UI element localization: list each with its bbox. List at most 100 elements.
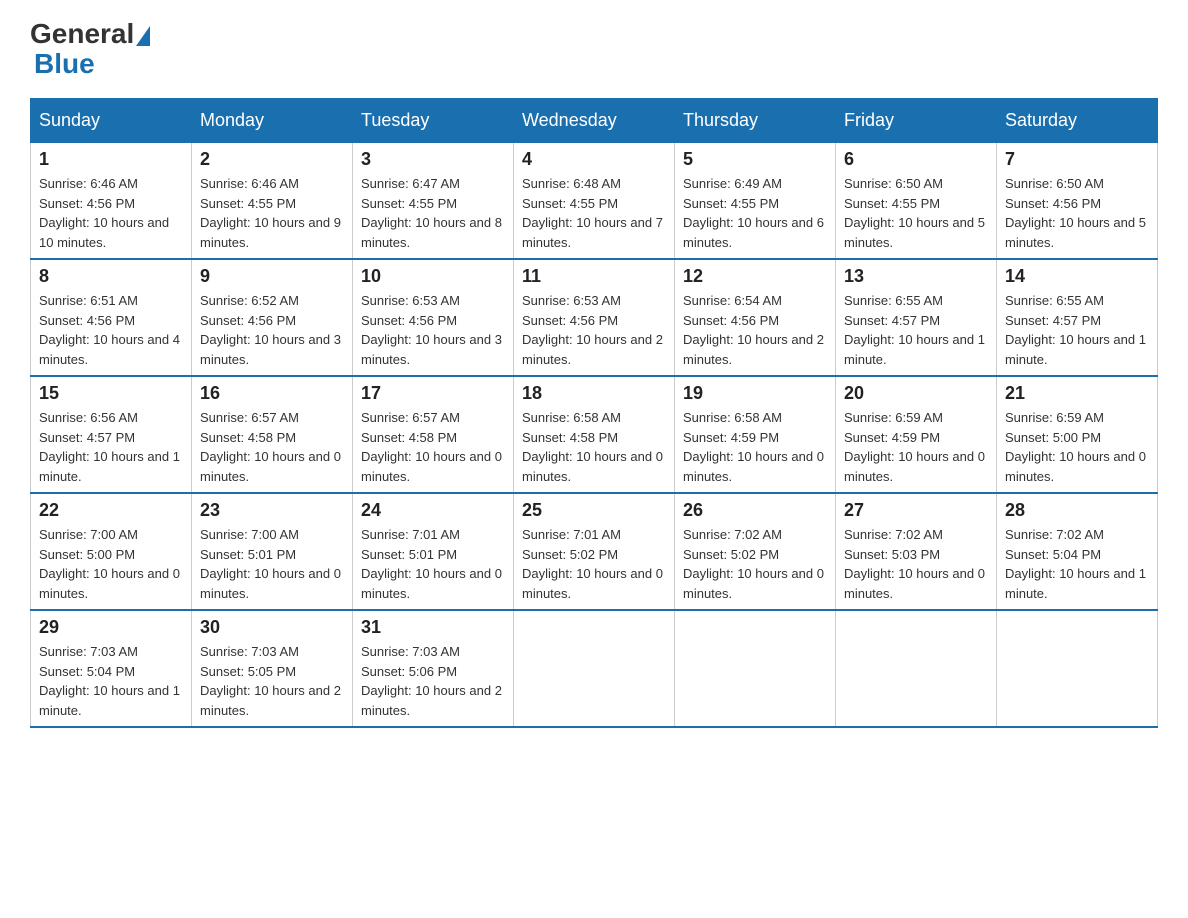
day-info: Sunrise: 7:03 AMSunset: 5:06 PMDaylight:… (361, 642, 505, 720)
calendar-week-row: 8 Sunrise: 6:51 AMSunset: 4:56 PMDaylight… (31, 259, 1158, 376)
calendar-table: SundayMondayTuesdayWednesdayThursdayFrid… (30, 98, 1158, 728)
calendar-cell: 23Sunrise: 7:00 AMSunset: 5:01 PMDayligh… (192, 493, 353, 610)
logo: General Blue (30, 20, 150, 78)
day-info: Sunrise: 6:54 AMSunset: 4:56 PMDaylight:… (683, 291, 827, 369)
day-info: Sunrise: 6:56 AMSunset: 4:57 PMDaylight:… (39, 408, 183, 486)
day-info: Sunrise: 7:02 AMSunset: 5:02 PMDaylight:… (683, 525, 827, 603)
calendar-cell: 24 Sunrise: 7:01 AMSunset: 5:01 PMDayligh… (353, 493, 514, 610)
day-info: Sunrise: 6:48 AMSunset: 4:55 PMDaylight:… (522, 174, 666, 252)
day-info: Sunrise: 6:52 AMSunset: 4:56 PMDaylight:… (200, 291, 344, 369)
calendar-cell: 29Sunrise: 7:03 AMSunset: 5:04 PMDayligh… (31, 610, 192, 727)
calendar-cell: 13 Sunrise: 6:55 AMSunset: 4:57 PMDayligh… (836, 259, 997, 376)
calendar-cell (836, 610, 997, 727)
day-info: Sunrise: 7:03 AMSunset: 5:04 PMDaylight:… (39, 642, 183, 720)
day-info: Sunrise: 6:55 AMSunset: 4:57 PMDaylight:… (844, 291, 988, 369)
header-friday: Friday (836, 99, 997, 142)
logo-general: General (30, 20, 150, 48)
day-info: Sunrise: 6:57 AMSunset: 4:58 PMDaylight:… (361, 408, 505, 486)
day-number: 13 (844, 266, 988, 287)
day-number: 1 (39, 149, 183, 170)
day-number: 5 (683, 149, 827, 170)
day-info: Sunrise: 6:59 AMSunset: 4:59 PMDaylight:… (844, 408, 988, 486)
day-number: 20 (844, 383, 988, 404)
header-sunday: Sunday (31, 99, 192, 142)
calendar-cell: 20 Sunrise: 6:59 AMSunset: 4:59 PMDayligh… (836, 376, 997, 493)
header-monday: Monday (192, 99, 353, 142)
day-number: 22 (39, 500, 183, 521)
day-number: 17 (361, 383, 505, 404)
day-number: 8 (39, 266, 183, 287)
day-info: Sunrise: 7:00 AMSunset: 5:01 PMDaylight:… (200, 525, 344, 603)
calendar-cell: 25 Sunrise: 7:01 AMSunset: 5:02 PMDayligh… (514, 493, 675, 610)
day-info: Sunrise: 7:02 AMSunset: 5:04 PMDaylight:… (1005, 525, 1149, 603)
calendar-cell: 26 Sunrise: 7:02 AMSunset: 5:02 PMDayligh… (675, 493, 836, 610)
day-info: Sunrise: 6:46 AMSunset: 4:56 PMDaylight:… (39, 174, 183, 252)
day-info: Sunrise: 6:50 AMSunset: 4:55 PMDaylight:… (844, 174, 988, 252)
day-info: Sunrise: 6:58 AMSunset: 4:58 PMDaylight:… (522, 408, 666, 486)
day-number: 11 (522, 266, 666, 287)
day-info: Sunrise: 6:53 AMSunset: 4:56 PMDaylight:… (361, 291, 505, 369)
calendar-cell: 19 Sunrise: 6:58 AMSunset: 4:59 PMDayligh… (675, 376, 836, 493)
day-number: 10 (361, 266, 505, 287)
calendar-cell (997, 610, 1158, 727)
header-wednesday: Wednesday (514, 99, 675, 142)
calendar-cell: 30Sunrise: 7:03 AMSunset: 5:05 PMDayligh… (192, 610, 353, 727)
calendar-cell: 11Sunrise: 6:53 AMSunset: 4:56 PMDayligh… (514, 259, 675, 376)
calendar-cell: 14Sunrise: 6:55 AMSunset: 4:57 PMDayligh… (997, 259, 1158, 376)
day-number: 4 (522, 149, 666, 170)
day-number: 15 (39, 383, 183, 404)
day-number: 30 (200, 617, 344, 638)
calendar-cell: 8 Sunrise: 6:51 AMSunset: 4:56 PMDaylight… (31, 259, 192, 376)
calendar-week-row: 15 Sunrise: 6:56 AMSunset: 4:57 PMDayligh… (31, 376, 1158, 493)
day-info: Sunrise: 6:51 AMSunset: 4:56 PMDaylight:… (39, 291, 183, 369)
day-info: Sunrise: 6:57 AMSunset: 4:58 PMDaylight:… (200, 408, 344, 486)
calendar-cell: 4 Sunrise: 6:48 AMSunset: 4:55 PMDaylight… (514, 142, 675, 259)
day-info: Sunrise: 6:55 AMSunset: 4:57 PMDaylight:… (1005, 291, 1149, 369)
day-info: Sunrise: 6:50 AMSunset: 4:56 PMDaylight:… (1005, 174, 1149, 252)
logo-blue-text: Blue (30, 50, 150, 78)
day-info: Sunrise: 7:01 AMSunset: 5:02 PMDaylight:… (522, 525, 666, 603)
page-header: General Blue (30, 20, 1158, 78)
day-number: 26 (683, 500, 827, 521)
calendar-cell: 15 Sunrise: 6:56 AMSunset: 4:57 PMDayligh… (31, 376, 192, 493)
day-number: 31 (361, 617, 505, 638)
day-info: Sunrise: 6:49 AMSunset: 4:55 PMDaylight:… (683, 174, 827, 252)
day-info: Sunrise: 7:00 AMSunset: 5:00 PMDaylight:… (39, 525, 183, 603)
day-info: Sunrise: 7:01 AMSunset: 5:01 PMDaylight:… (361, 525, 505, 603)
calendar-cell: 31 Sunrise: 7:03 AMSunset: 5:06 PMDayligh… (353, 610, 514, 727)
calendar-cell: 21Sunrise: 6:59 AMSunset: 5:00 PMDayligh… (997, 376, 1158, 493)
logo-general-text: General (30, 20, 134, 48)
calendar-cell: 7 Sunrise: 6:50 AMSunset: 4:56 PMDaylight… (997, 142, 1158, 259)
day-info: Sunrise: 6:46 AMSunset: 4:55 PMDaylight:… (200, 174, 344, 252)
day-number: 27 (844, 500, 988, 521)
calendar-cell: 2 Sunrise: 6:46 AMSunset: 4:55 PMDaylight… (192, 142, 353, 259)
calendar-week-row: 29Sunrise: 7:03 AMSunset: 5:04 PMDayligh… (31, 610, 1158, 727)
day-number: 3 (361, 149, 505, 170)
day-info: Sunrise: 6:59 AMSunset: 5:00 PMDaylight:… (1005, 408, 1149, 486)
header-thursday: Thursday (675, 99, 836, 142)
day-info: Sunrise: 6:58 AMSunset: 4:59 PMDaylight:… (683, 408, 827, 486)
calendar-cell: 6 Sunrise: 6:50 AMSunset: 4:55 PMDaylight… (836, 142, 997, 259)
day-number: 12 (683, 266, 827, 287)
day-number: 24 (361, 500, 505, 521)
calendar-cell: 17 Sunrise: 6:57 AMSunset: 4:58 PMDayligh… (353, 376, 514, 493)
header-saturday: Saturday (997, 99, 1158, 142)
calendar-cell: 18Sunrise: 6:58 AMSunset: 4:58 PMDayligh… (514, 376, 675, 493)
day-number: 2 (200, 149, 344, 170)
header-tuesday: Tuesday (353, 99, 514, 142)
day-number: 19 (683, 383, 827, 404)
calendar-cell: 3Sunrise: 6:47 AMSunset: 4:55 PMDaylight… (353, 142, 514, 259)
calendar-cell: 1 Sunrise: 6:46 AMSunset: 4:56 PMDaylight… (31, 142, 192, 259)
calendar-header-row: SundayMondayTuesdayWednesdayThursdayFrid… (31, 99, 1158, 142)
calendar-cell: 9Sunrise: 6:52 AMSunset: 4:56 PMDaylight… (192, 259, 353, 376)
calendar-cell: 12 Sunrise: 6:54 AMSunset: 4:56 PMDayligh… (675, 259, 836, 376)
day-number: 16 (200, 383, 344, 404)
calendar-cell (514, 610, 675, 727)
day-number: 7 (1005, 149, 1149, 170)
calendar-cell: 28 Sunrise: 7:02 AMSunset: 5:04 PMDayligh… (997, 493, 1158, 610)
calendar-cell: 5 Sunrise: 6:49 AMSunset: 4:55 PMDaylight… (675, 142, 836, 259)
day-number: 25 (522, 500, 666, 521)
calendar-week-row: 22 Sunrise: 7:00 AMSunset: 5:00 PMDayligh… (31, 493, 1158, 610)
day-number: 28 (1005, 500, 1149, 521)
day-number: 6 (844, 149, 988, 170)
